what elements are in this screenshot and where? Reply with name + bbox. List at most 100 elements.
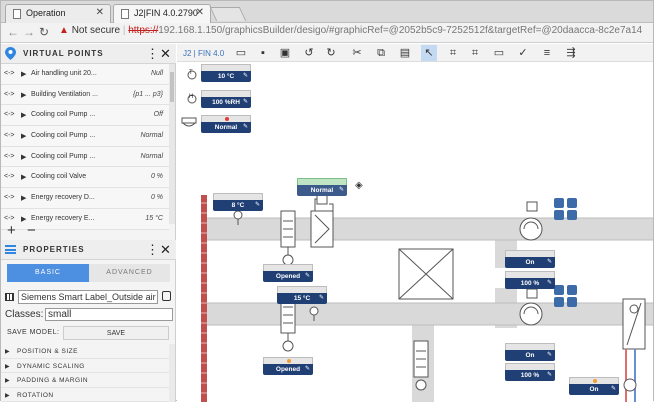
classes-input[interactable]: small: [45, 308, 173, 321]
expand-icon[interactable]: ▶: [21, 91, 26, 99]
virtual-point-row[interactable]: <->▶Cooling coil Pump ...Off: [1, 105, 169, 126]
close-icon[interactable]: ✕: [160, 46, 171, 62]
section-title: PADDING & MARGIN: [17, 377, 88, 384]
virtual-point-row[interactable]: <->▶Cooling coil Valve0 %: [1, 167, 169, 188]
virtual-point-row[interactable]: <->▶Air handling unit 20...Null: [1, 64, 169, 85]
section-title: DYNAMIC SCALING: [17, 363, 85, 370]
fan-status-chip[interactable]: On✎: [505, 250, 555, 268]
tab-j2fin[interactable]: J2|FIN 4.0.2790 ✕: [113, 4, 211, 23]
barcode-icon: [5, 293, 14, 301]
virtual-point-label: Cooling coil Pump ...: [31, 111, 95, 118]
virtual-point-label: Cooling coil Pump ...: [31, 132, 95, 139]
supply-fan: [520, 218, 542, 240]
url-field[interactable]: ▲ Not secure | https://192.168.1.150/gra…: [59, 25, 642, 36]
virtual-point-row[interactable]: <->▶Building Ventilation ...{p1 ... p3}: [1, 85, 169, 106]
copy-icon[interactable]: ⧉: [373, 45, 389, 61]
pump-status-chip[interactable]: On✎: [569, 377, 619, 395]
check-icon[interactable]: ✓: [515, 45, 531, 61]
save-button[interactable]: SAVE: [63, 326, 169, 340]
zoom-icon[interactable]: [554, 198, 564, 208]
pump-icon: [624, 379, 636, 391]
property-section[interactable]: ▶DYNAMIC SCALING: [1, 359, 169, 374]
properties-scrollbar[interactable]: [169, 344, 175, 402]
virtual-point-label: Cooling coil Pump ...: [31, 153, 95, 160]
pressure-sensor: [527, 202, 537, 211]
reload-icon[interactable]: ↻: [39, 25, 49, 39]
expand-icon[interactable]: ▶: [21, 153, 26, 161]
property-section[interactable]: ▶ROTATION: [1, 388, 169, 402]
zoom-icon[interactable]: [554, 210, 564, 220]
filter-status-chip[interactable]: Normal✎: [297, 178, 347, 196]
damper-status-chip[interactable]: Opened✎: [263, 357, 313, 375]
expand-icon[interactable]: ▶: [21, 194, 26, 202]
virtual-point-row[interactable]: <->▶Cooling coil Pump ...Normal: [1, 147, 169, 168]
virtual-point-label: Air handling unit 20...: [31, 70, 97, 77]
zoom-icon[interactable]: [554, 297, 564, 307]
humidity-chip[interactable]: 100 %RH✎: [201, 90, 251, 108]
fan-speed-chip[interactable]: 100 %✎: [505, 271, 555, 289]
zoom-icon[interactable]: [567, 297, 577, 307]
rectangle-icon[interactable]: ▭: [491, 45, 507, 61]
close-icon[interactable]: ✕: [160, 242, 171, 258]
zoom-icon[interactable]: [567, 198, 577, 208]
virtual-point-row[interactable]: <->▶Energy recovery D...0 %: [1, 188, 169, 209]
crop-alt-icon[interactable]: ⌗: [467, 45, 483, 61]
folder-icon[interactable]: ▭: [233, 45, 249, 61]
undo-icon[interactable]: ↺: [301, 45, 317, 61]
zoom-icon[interactable]: [554, 285, 564, 295]
pointer-icon[interactable]: ↖: [421, 45, 437, 61]
browser-window: Operation ✕ J2|FIN 4.0.2790 ✕ ← → ↻ ▲ No…: [0, 0, 654, 401]
fan-status-chip[interactable]: On✎: [505, 343, 555, 361]
edit-icon: ✎: [611, 385, 616, 392]
editor-toolbar: J2 | FIN 4.0 ▭ ▪ ▣ ↺ ↻ ✂ ⧉ ▤ ↖ ⌗ ⌗ ▭ ✓ ≡…: [177, 44, 653, 62]
tab-basic[interactable]: BASIC: [7, 264, 89, 282]
temperature-chip[interactable]: 10 °C✎: [201, 64, 251, 82]
zoom-icon[interactable]: [567, 285, 577, 295]
save-icon[interactable]: ▪: [255, 45, 271, 61]
expand-icon[interactable]: ▶: [21, 132, 26, 140]
images-icon[interactable]: ▣: [277, 45, 293, 61]
link-arrows-icon: <->: [4, 70, 15, 77]
close-icon[interactable]: ✕: [196, 7, 204, 18]
damper-status-chip[interactable]: Opened✎: [263, 264, 313, 282]
link-arrows-icon: <->: [4, 173, 15, 180]
outside-temp-chip[interactable]: 8 °C✎: [213, 193, 263, 211]
status-chip[interactable]: Normal✎: [201, 115, 251, 133]
expand-icon[interactable]: ▶: [21, 70, 26, 78]
zoom-icon[interactable]: [567, 210, 577, 220]
menu-icon[interactable]: ≡: [539, 45, 555, 61]
list-scrollbar[interactable]: [169, 64, 175, 224]
lock-icon[interactable]: [162, 291, 171, 301]
back-icon[interactable]: ←: [7, 25, 19, 39]
forward-icon[interactable]: →: [23, 25, 35, 39]
tab-advanced[interactable]: ADVANCED: [89, 264, 170, 282]
expand-icon[interactable]: ▶: [21, 173, 26, 181]
graphics-canvas[interactable]: T H 10 °C✎ 100 %RH✎ Normal✎ Normal✎ ◈ 8 …: [177, 63, 653, 402]
document-icon: [121, 9, 129, 19]
more-vertical-icon[interactable]: ⋮: [146, 242, 159, 258]
tab-operation[interactable]: Operation ✕: [5, 4, 111, 23]
cut-icon[interactable]: ✂: [349, 45, 365, 61]
fan-speed-chip[interactable]: 100 %✎: [505, 363, 555, 381]
property-section[interactable]: ▶PADDING & MARGIN: [1, 373, 169, 388]
element-name-input[interactable]: Siemens Smart Label_Outside air filter: [18, 290, 158, 304]
property-section[interactable]: ▶POSITION & SIZE: [1, 344, 169, 359]
remove-button[interactable]: −: [27, 222, 36, 239]
virtual-point-row[interactable]: <->▶Cooling coil Pump ...Normal: [1, 126, 169, 147]
tag-icon[interactable]: ◈: [355, 180, 363, 191]
supply-temp-chip[interactable]: 15 °C✎: [277, 286, 327, 304]
address-bar: ← → ↻ ▲ Not secure | https://192.168.1.1…: [1, 23, 653, 43]
virtual-point-label: Energy recovery D...: [31, 194, 95, 201]
add-button[interactable]: +: [7, 222, 16, 239]
crop-icon[interactable]: ⌗: [445, 45, 461, 61]
more-vertical-icon[interactable]: ⋮: [146, 46, 159, 62]
close-icon[interactable]: ✕: [96, 7, 104, 18]
redo-icon[interactable]: ↻: [323, 45, 339, 61]
new-tab-button[interactable]: [210, 7, 247, 21]
expand-icon: ▶: [5, 348, 10, 355]
paste-icon[interactable]: ▤: [397, 45, 413, 61]
link-arrows-icon: <->: [4, 91, 15, 98]
expand-icon[interactable]: ▶: [21, 111, 26, 119]
align-icon[interactable]: ⇶: [563, 45, 579, 61]
property-sections: ▶POSITION & SIZE▶DYNAMIC SCALING▶PADDING…: [1, 344, 169, 402]
